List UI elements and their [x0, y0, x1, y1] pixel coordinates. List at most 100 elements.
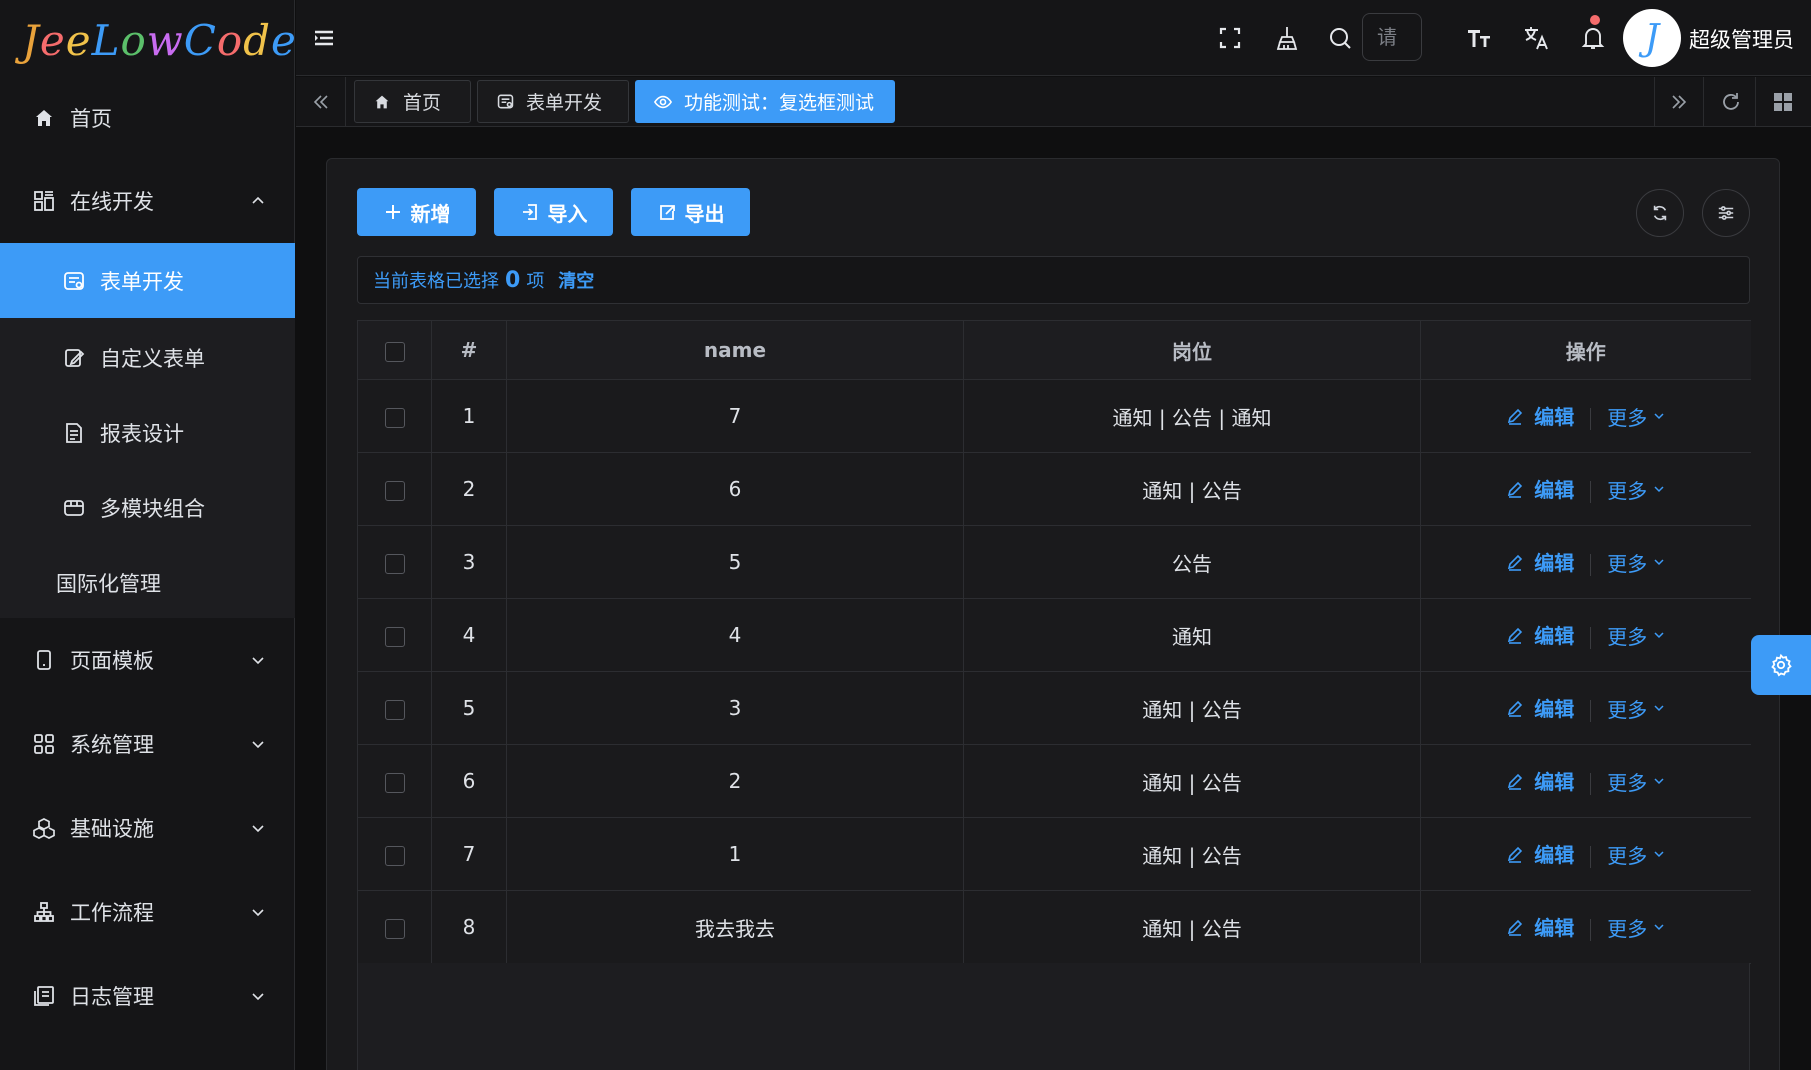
column-header-actions: 操作: [1420, 320, 1751, 380]
more-dropdown[interactable]: 更多: [1607, 548, 1665, 577]
more-label: 更多: [1607, 843, 1648, 868]
chevron-down-icon: [252, 909, 264, 917]
sidebar-item-workflow[interactable]: 工作流程: [0, 882, 295, 942]
clear-cache-icon[interactable]: [1273, 24, 1301, 52]
sidebar-item-label: 首页: [70, 107, 112, 131]
table-row[interactable]: 8 我去我去 通知 | 公告 编辑 更多: [357, 890, 1751, 964]
search-input[interactable]: 请: [1362, 13, 1422, 61]
sidebar-item-system[interactable]: 系统管理: [0, 714, 295, 774]
row-select-cell: [357, 890, 432, 964]
row-checkbox[interactable]: [384, 845, 405, 866]
sidebar-item-infrastructure[interactable]: 基础设施: [0, 798, 295, 858]
edit-button[interactable]: 编辑: [1506, 693, 1574, 722]
row-name: 4: [506, 598, 964, 672]
bell-icon[interactable]: [1579, 24, 1607, 52]
tab-checkbox-test[interactable]: 功能测试：复选框测试: [635, 80, 895, 123]
row-index: 8: [431, 890, 507, 964]
column-header-name[interactable]: name: [506, 320, 964, 380]
pencil-icon: [1506, 553, 1524, 571]
row-index: 2: [431, 452, 507, 526]
action-divider: [1590, 481, 1592, 504]
row-checkbox[interactable]: [384, 626, 405, 647]
sidebar-item-custom-form[interactable]: 自定义表单: [0, 328, 295, 388]
sidebar-item-i18n[interactable]: 国际化管理: [0, 553, 295, 613]
more-dropdown[interactable]: 更多: [1607, 767, 1665, 796]
table-row[interactable]: 7 1 通知 | 公告 编辑 更多: [357, 817, 1751, 891]
row-checkbox[interactable]: [384, 553, 405, 574]
table-row[interactable]: 2 6 通知 | 公告 编辑 更多: [357, 452, 1751, 526]
more-dropdown[interactable]: 更多: [1607, 913, 1665, 942]
table-row[interactable]: 4 4 通知 编辑 更多: [357, 598, 1751, 672]
sidebar-item-page-template[interactable]: 页面模板: [0, 630, 295, 690]
column-settings-icon[interactable]: [1702, 189, 1750, 237]
edit-button[interactable]: 编辑: [1506, 401, 1574, 430]
edit-button[interactable]: 编辑: [1506, 620, 1574, 649]
row-checkbox[interactable]: [384, 918, 405, 939]
sidebar-item-label: 系统管理: [70, 733, 154, 757]
menu-fold-icon[interactable]: [312, 26, 336, 50]
selection-count: 0: [505, 267, 521, 293]
tab-form-dev[interactable]: 表单开发: [477, 80, 629, 123]
logo-letter: e: [39, 15, 66, 65]
edit-button[interactable]: 编辑: [1506, 547, 1574, 576]
export-button[interactable]: 导出: [631, 188, 750, 236]
more-dropdown[interactable]: 更多: [1607, 840, 1665, 869]
pencil-icon: [1506, 772, 1524, 790]
sidebar-item-logs[interactable]: 日志管理: [0, 966, 295, 1026]
sidebar-item-multi-module[interactable]: 多模块组合: [0, 478, 295, 538]
sidebar-item-report-design[interactable]: 报表设计: [0, 403, 295, 463]
more-dropdown[interactable]: 更多: [1607, 694, 1665, 723]
app-logo[interactable]: JeeLowCode: [0, 0, 296, 80]
table-row[interactable]: 6 2 通知 | 公告 编辑 更多: [357, 744, 1751, 818]
action-divider: [1590, 919, 1592, 942]
table-row[interactable]: 5 3 通知 | 公告 编辑 更多: [357, 671, 1751, 745]
row-checkbox[interactable]: [384, 407, 405, 428]
more-dropdown[interactable]: 更多: [1607, 475, 1665, 504]
select-all-checkbox[interactable]: [384, 341, 405, 362]
row-post: 通知 | 公告: [963, 890, 1421, 964]
sidebar-item-label: 在线开发: [70, 190, 154, 214]
component-icon: [32, 189, 56, 213]
username[interactable]: 超级管理员: [1689, 24, 1794, 54]
row-name: 5: [506, 525, 964, 599]
search-icon[interactable]: [1326, 24, 1354, 52]
tab-label: 功能测试：复选框测试: [684, 92, 875, 114]
clear-selection-link[interactable]: 清空: [558, 267, 594, 293]
column-header-post[interactable]: 岗位: [963, 320, 1421, 380]
export-icon: [657, 202, 677, 222]
edit-label: 编辑: [1534, 405, 1575, 430]
gear-icon: [1771, 653, 1792, 677]
row-actions: 编辑 更多: [1420, 452, 1751, 526]
table-refresh-icon[interactable]: [1636, 189, 1684, 237]
edit-button[interactable]: 编辑: [1506, 912, 1574, 941]
sidebar-item-online-dev[interactable]: 在线开发: [0, 171, 295, 231]
tabs-scroll-right-icon[interactable]: [1654, 77, 1704, 127]
row-checkbox[interactable]: [384, 772, 405, 793]
settings-drawer-button[interactable]: [1751, 635, 1811, 695]
more-label: 更多: [1607, 405, 1648, 430]
sidebar-item-form-dev[interactable]: 表单开发: [0, 243, 295, 318]
table-row[interactable]: 1 7 通知 | 公告 | 通知 编辑 更多: [357, 379, 1751, 453]
more-dropdown[interactable]: 更多: [1607, 402, 1665, 431]
tab-home[interactable]: 首页: [354, 80, 471, 123]
add-button[interactable]: 新增: [357, 188, 476, 236]
edit-label: 编辑: [1534, 478, 1575, 503]
avatar[interactable]: J: [1623, 9, 1681, 67]
edit-button[interactable]: 编辑: [1506, 766, 1574, 795]
font-size-icon[interactable]: [1465, 24, 1493, 52]
edit-button[interactable]: 编辑: [1506, 474, 1574, 503]
refresh-icon[interactable]: [1706, 77, 1756, 127]
import-button-label: 导入: [547, 201, 588, 226]
row-post: 通知: [963, 598, 1421, 672]
more-dropdown[interactable]: 更多: [1607, 621, 1665, 650]
fullscreen-icon[interactable]: [1216, 24, 1244, 52]
row-checkbox[interactable]: [384, 480, 405, 501]
grid-menu-icon[interactable]: [1758, 77, 1808, 127]
tabs-scroll-left-icon[interactable]: [296, 77, 346, 127]
edit-button[interactable]: 编辑: [1506, 839, 1574, 868]
sidebar-item-home[interactable]: 首页: [0, 88, 295, 148]
import-button[interactable]: 导入: [494, 188, 613, 236]
table-row[interactable]: 3 5 公告 编辑 更多: [357, 525, 1751, 599]
row-checkbox[interactable]: [384, 699, 405, 720]
translate-icon[interactable]: [1522, 24, 1550, 52]
